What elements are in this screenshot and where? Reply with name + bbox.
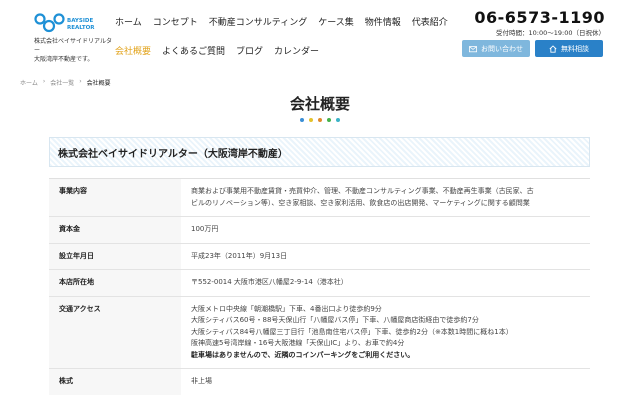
row-label: 本店所在地 [49, 269, 181, 296]
secondary-nav: 会社概要 よくあるご質問 ブログ カレンダー [115, 44, 330, 57]
row-value: 100万円 [181, 216, 590, 243]
breadcrumb-home[interactable]: ホーム [20, 78, 38, 87]
row-value: 商業および事業用不動産賃貸・売買仲介、管理、不動産コンサルティング事業、不動産再… [181, 178, 590, 217]
nav-blog[interactable]: ブログ [236, 44, 263, 57]
contact-button-label: お問い合わせ [481, 44, 523, 53]
decoration-dot [300, 118, 304, 122]
row-value: 〒552-0014 大阪市港区八幡屋2-9-14（港本社） [181, 269, 590, 296]
business-hours: 受付時間：10:00〜19:00（日祝休） [496, 29, 605, 37]
row-value: 平成23年（2011年）9月13日 [181, 242, 590, 270]
site-logo[interactable]: BAYSIDE REALTOR [34, 12, 106, 36]
row-value-line: 大阪メトロ中央線「朝潮橋駅」下車、4番出口より徒歩約9分 [191, 304, 382, 313]
row-value-line: 〒552-0014 大阪市港区八幡屋2-9-14（港本社） [191, 278, 348, 286]
row-value-line: 大阪シティバス60号・88号天保山行「八幡屋バス停」下車、八幡屋商店街経由で徒歩… [191, 316, 479, 324]
phone-number[interactable]: 06-6573-1190 [474, 8, 605, 27]
row-value: 非上場 [181, 368, 590, 395]
row-value-line: 平成23年（2011年）9月13日 [191, 251, 288, 260]
nav-faq[interactable]: よくあるご質問 [162, 44, 225, 57]
nav-properties[interactable]: 物件情報 [365, 15, 401, 28]
breadcrumb-separator: › [79, 78, 82, 85]
title-decoration-dots [300, 118, 340, 122]
table-row: 株式 非上場 [49, 368, 590, 395]
nav-representative[interactable]: 代表紹介 [412, 15, 448, 28]
row-label: 設立年月日 [49, 242, 181, 270]
row-value-line: 阪神高速5号湾岸線・16号大阪港線「天保山IC」より、お車で約4分 [191, 339, 405, 347]
row-value: 大阪メトロ中央線「朝潮橋駅」下車、4番出口より徒歩約9分 大阪シティバス60号・… [181, 295, 590, 369]
company-tagline: 株式会社ベイサイドリアルター 大阪湾岸不動産です。 [34, 37, 114, 64]
company-name: 株式会社ベイサイドリアルター（大阪湾岸不動産） [58, 149, 288, 160]
decoration-dot [336, 118, 340, 122]
breadcrumb-company-list[interactable]: 会社一覧 [50, 78, 74, 87]
row-label: 資本金 [49, 216, 181, 243]
row-value-line: 商業および事業用不動産賃貸・売買仲介、管理、不動産コンサルティング事業、不動産再… [191, 187, 534, 195]
free-consultation-label: 無料相談 [561, 44, 589, 53]
row-label: 交通アクセス [49, 295, 181, 369]
primary-nav: ホーム コンセプト 不動産コンサルティング ケース集 物件情報 代表紹介 [115, 15, 459, 28]
free-consultation-button[interactable]: 無料相談 [535, 40, 603, 57]
company-line-1: 株式会社ベイサイドリアルター [34, 38, 112, 54]
table-row: 設立年月日 平成23年（2011年）9月13日 [49, 242, 590, 270]
company-info-table: 事業内容 商業および事業用不動産賃貸・売買仲介、管理、不動産コンサルティング事業… [49, 178, 590, 395]
nav-cases[interactable]: ケース集 [318, 15, 354, 28]
nav-concept[interactable]: コンセプト [153, 15, 198, 28]
table-row: 資本金 100万円 [49, 216, 590, 243]
svg-text:REALTOR: REALTOR [67, 25, 95, 31]
mail-icon [469, 45, 477, 52]
row-value-line: 100万円 [191, 225, 219, 233]
bayside-logo-icon: BAYSIDE REALTOR [34, 13, 95, 33]
breadcrumb-current: 会社概要 [86, 80, 111, 87]
decoration-dot [318, 118, 322, 122]
page-title: 会社概要 [289, 95, 350, 113]
table-row: 交通アクセス 大阪メトロ中央線「朝潮橋駅」下車、4番出口より徒歩約9分 大阪シテ… [49, 295, 590, 369]
decoration-dot [309, 118, 313, 122]
site-header: BAYSIDE REALTOR 株式会社ベイサイドリアルター 大阪湾岸不動産です… [0, 0, 640, 70]
house-icon [549, 44, 557, 53]
row-label: 事業内容 [49, 178, 181, 217]
nav-calendar[interactable]: カレンダー [274, 44, 319, 57]
table-row: 本店所在地 〒552-0014 大阪市港区八幡屋2-9-14（港本社） [49, 269, 590, 296]
row-value-line: 非上場 [191, 377, 212, 385]
nav-home[interactable]: ホーム [115, 15, 142, 28]
decoration-dot [327, 118, 331, 122]
table-row: 事業内容 商業および事業用不動産賃貸・売買仲介、管理、不動産コンサルティング事業… [49, 178, 590, 217]
company-line-2: 大阪湾岸不動産です。 [34, 56, 94, 63]
nav-consulting[interactable]: 不動産コンサルティング [209, 15, 307, 28]
row-label: 株式 [49, 368, 181, 395]
row-value-line: ビルのリノベーション等）、空き家相談、空き家利活用、飲食店の出店開発、マーケティ… [191, 198, 530, 207]
svg-text:BAYSIDE: BAYSIDE [67, 18, 93, 24]
breadcrumb: ホーム › 会社一覧 › 会社概要 [20, 78, 111, 87]
nav-company-profile[interactable]: 会社概要 [115, 44, 151, 57]
breadcrumb-separator: › [42, 78, 46, 85]
contact-button[interactable]: お問い合わせ [462, 40, 530, 57]
parking-note: 駐車場はありませんので、近隣のコインパーキングをご利用ください。 [191, 350, 415, 359]
row-value-line: 大阪シティバス84号八幡屋三丁目行「池島南住宅バス停」下車、徒歩約2分（※本数1… [191, 327, 513, 336]
